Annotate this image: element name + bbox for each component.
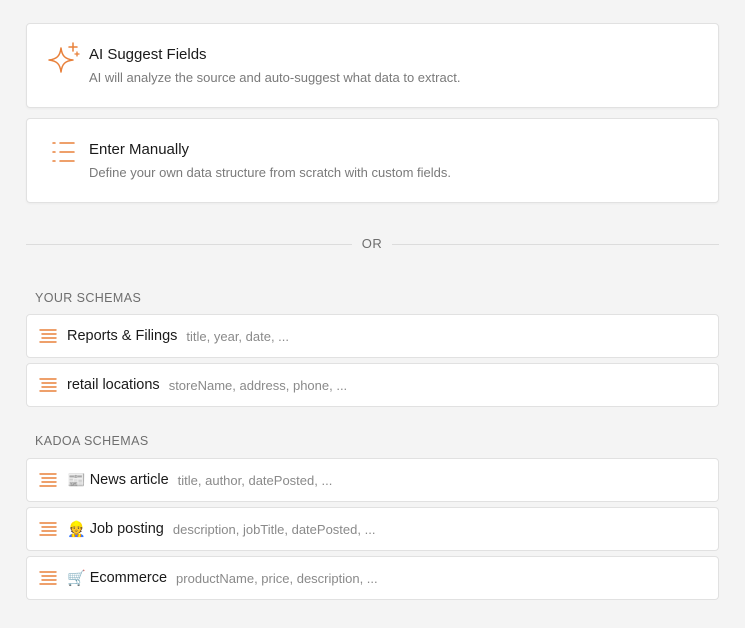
schema-name: Job posting bbox=[89, 521, 164, 537]
schema-name: Reports & Filings bbox=[67, 328, 178, 344]
schema-fields: title, year, date, ... bbox=[186, 328, 290, 344]
schema-stack-icon bbox=[39, 377, 57, 393]
option-title: Enter Manually bbox=[89, 141, 190, 158]
schema-stack-icon bbox=[39, 472, 57, 488]
schema-row-job-posting[interactable]: 👷 Job posting description, jobTitle, dat… bbox=[26, 507, 719, 551]
schema-fields: storeName, address, phone, ... bbox=[168, 377, 348, 393]
schema-row-news-article[interactable]: 📰 News article title, author, datePosted… bbox=[26, 458, 719, 502]
option-description: Define your own data structure from scra… bbox=[89, 165, 451, 180]
option-description: AI will analyze the source and auto-sugg… bbox=[89, 70, 461, 85]
shopping-cart-icon: 🛒 bbox=[67, 570, 86, 587]
schema-fields: description, jobTitle, datePosted, ... bbox=[172, 521, 376, 537]
ai-suggest-fields-option[interactable]: AI Suggest Fields AI will analyze the so… bbox=[26, 23, 719, 108]
schema-fields: title, author, datePosted, ... bbox=[177, 472, 333, 488]
schema-row-reports-filings[interactable]: Reports & Filings title, year, date, ... bbox=[26, 314, 719, 358]
or-divider-label: OR bbox=[352, 236, 392, 251]
your-schemas-heading: YOUR SCHEMAS bbox=[35, 291, 142, 305]
schema-name: News article bbox=[89, 472, 169, 488]
schema-stack-icon bbox=[39, 328, 57, 344]
list-icon bbox=[49, 139, 83, 173]
sparkle-icon bbox=[47, 42, 81, 76]
schema-fields: productName, price, description, ... bbox=[176, 570, 378, 586]
kadoa-schemas-heading: KADOA SCHEMAS bbox=[35, 434, 149, 448]
newspaper-icon: 📰 bbox=[67, 472, 86, 489]
schema-name: retail locations bbox=[67, 377, 160, 393]
schema-row-retail-locations[interactable]: retail locations storeName, address, pho… bbox=[26, 363, 719, 407]
schema-selection-page: AI Suggest Fields AI will analyze the so… bbox=[0, 0, 745, 628]
construction-worker-icon: 👷 bbox=[67, 521, 86, 538]
enter-manually-option[interactable]: Enter Manually Define your own data stru… bbox=[26, 118, 719, 203]
schema-row-ecommerce[interactable]: 🛒 Ecommerce productName, price, descript… bbox=[26, 556, 719, 600]
schema-stack-icon bbox=[39, 521, 57, 537]
schema-stack-icon bbox=[39, 570, 57, 586]
schema-name: Ecommerce bbox=[89, 570, 168, 586]
option-title: AI Suggest Fields bbox=[89, 46, 207, 63]
